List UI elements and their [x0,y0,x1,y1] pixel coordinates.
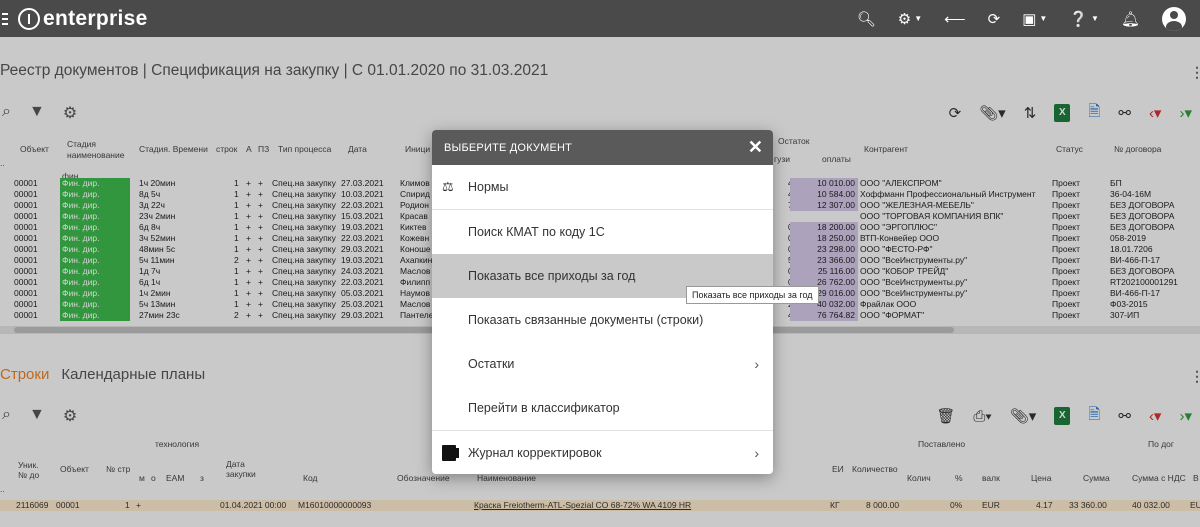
menu-item-norms[interactable]: ⚖ Нормы [432,165,773,209]
menu-item-search-kmat[interactable]: Поиск КМАТ по коду 1С [432,210,773,254]
search-icon[interactable]: 🔍︎ [857,10,876,28]
menu-item-label: Нормы [468,180,509,194]
tooltip: Показать все приходы за год [686,286,819,304]
chevron-right-icon: › [754,356,759,372]
dialog-header: ВЫБЕРИТЕ ДОКУМЕНТ ✕ [432,130,773,165]
menu-item-related-documents[interactable]: Показать связанные документы (строки) [432,298,773,342]
app-logo[interactable]: enterprise [18,7,148,31]
chevron-right-icon: › [754,445,759,461]
refresh-icon[interactable]: ⟳ [988,10,1001,28]
menu-item-label: Поиск КМАТ по коду 1С [468,225,605,239]
logo-text: enterprise [43,6,148,30]
menu-item-remains[interactable]: Остатки › [432,342,773,386]
menu-item-classifier[interactable]: Перейти в классификатор [432,386,773,430]
menu-icon[interactable] [0,12,14,25]
scales-icon: ⚖ [442,179,454,194]
menu-item-label: Остатки [468,357,515,371]
notifications-icon[interactable]: 🔔︎ [1121,10,1140,28]
user-avatar-icon[interactable] [1162,6,1186,31]
package-menu-icon[interactable]: ▣ ▼ [1022,10,1047,28]
dialog-title: ВЫБЕРИТЕ ДОКУМЕНТ [444,141,573,154]
menu-item-label: Журнал корректировок [468,446,602,460]
top-bar: enterprise 🔍︎ ⚙ ▼ ⟵ ⟳ ▣ ▼ ❔ ▼ 🔔︎ [0,0,1200,37]
help-menu-icon[interactable]: ❔ ▼ [1069,10,1099,28]
settings-menu-icon[interactable]: ⚙ ▼ [898,10,922,28]
journal-icon [442,445,459,461]
menu-item-correction-journal[interactable]: Журнал корректировок › [432,431,773,474]
share-icon[interactable]: ⟵ [944,10,966,28]
menu-item-label: Перейти в классификатор [468,401,620,415]
menu-item-label: Показать связанные документы (строки) [468,313,704,327]
menu-item-label: Показать все приходы за год [468,269,636,283]
close-icon[interactable]: ✕ [738,137,773,158]
logo-mark-icon [18,7,40,30]
